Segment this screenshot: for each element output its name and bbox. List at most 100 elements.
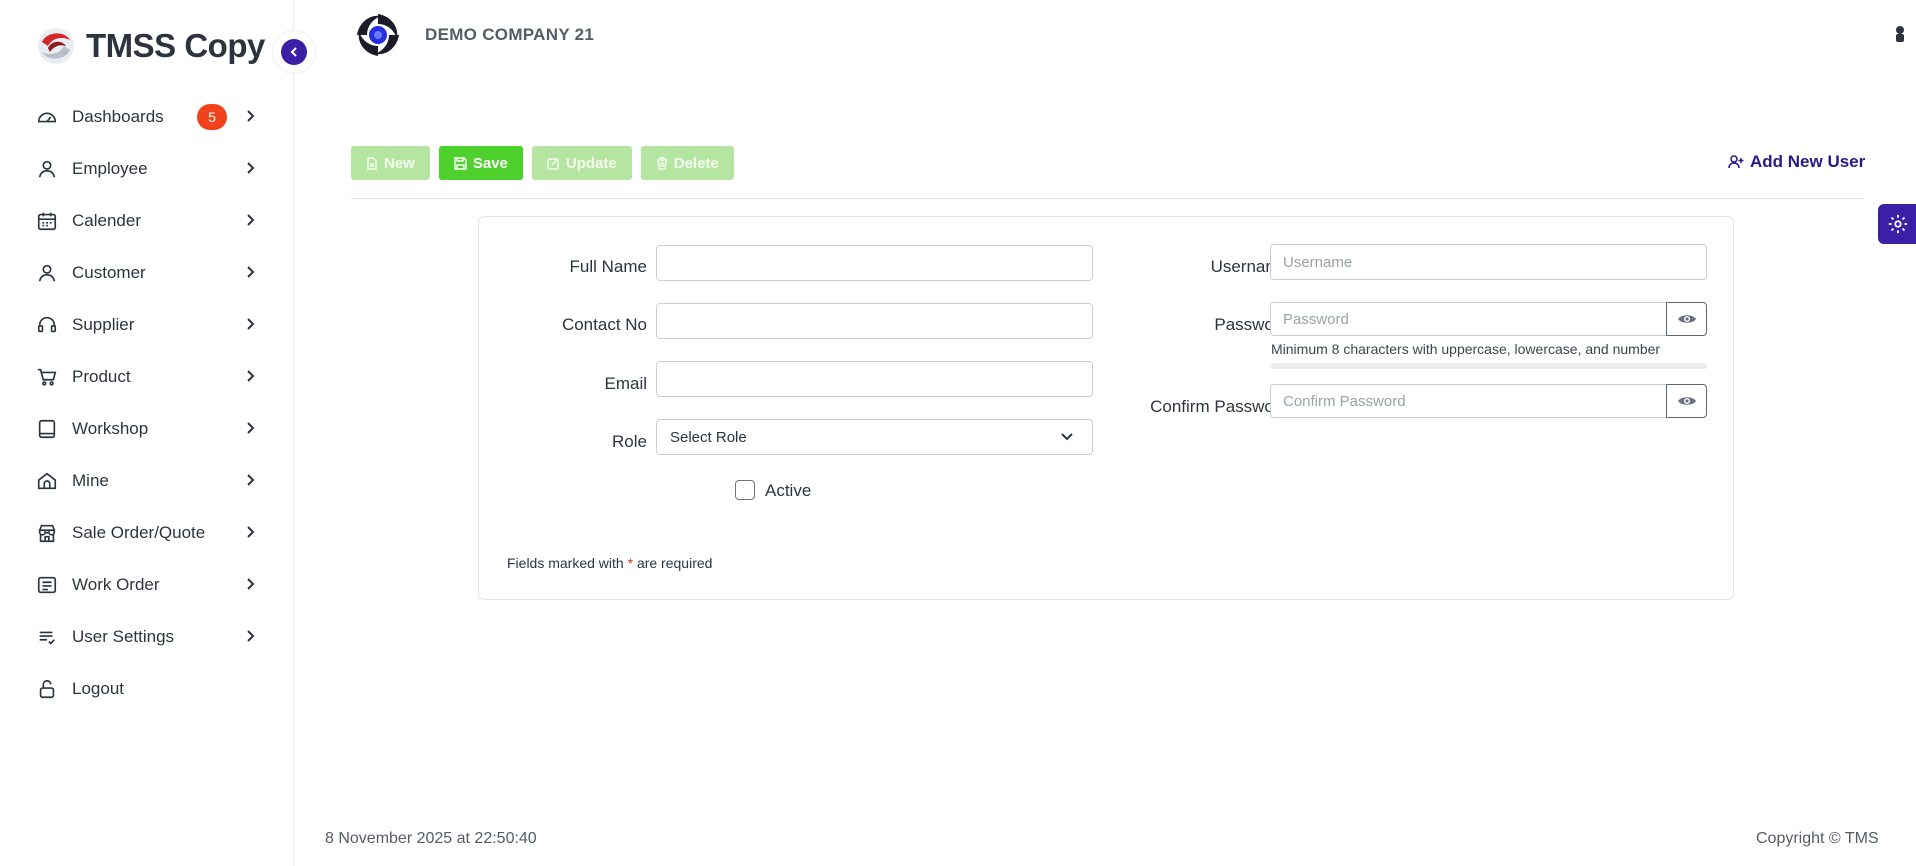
sidebar-item-label: Dashboards [72, 107, 164, 126]
sidebar-item-label: Logout [72, 679, 124, 698]
chevron-right-icon [247, 318, 255, 330]
password-hint: Minimum 8 characters with uppercase, low… [1271, 341, 1661, 357]
sidebar-item-product[interactable]: Product [0, 351, 294, 403]
sidebar-item-label: Calender [72, 211, 141, 230]
company-name: DEMO COMPANY 21 [425, 25, 595, 44]
eye-icon [1677, 315, 1696, 323]
delete-button[interactable]: Delete [640, 146, 734, 180]
chevron-right-icon [247, 474, 255, 486]
action-toolbar: New Save Update Delete [351, 146, 734, 180]
username-label: Username [1210, 257, 1289, 276]
chevron-down-icon [1061, 433, 1073, 441]
password-label: Password [1214, 315, 1289, 334]
confirm-password-label: Confirm Password [1150, 397, 1289, 416]
edit-icon [547, 157, 559, 170]
save-button-label: Save [472, 154, 508, 172]
user-form-card: Full Name Contact No Email Role Select R… [478, 216, 1734, 600]
book-icon [36, 418, 58, 440]
sidebar-item-employee[interactable]: Employee [0, 143, 294, 195]
toggle-password-visibility-button[interactable] [1666, 302, 1707, 336]
role-selected-value: Select Role [670, 428, 747, 446]
email-label: Email [604, 374, 647, 393]
chevron-right-icon [247, 526, 255, 538]
toggle-confirm-password-visibility-button[interactable] [1666, 384, 1707, 418]
save-icon [454, 156, 467, 170]
footer-copyright: Copyright © TMS [1756, 830, 1879, 847]
gear-icon [1888, 214, 1908, 234]
chevron-right-icon [247, 578, 255, 590]
list-check-icon [36, 626, 58, 648]
sidebar-nav: Dashboards 5 Employee Calender Customer [0, 91, 294, 715]
sidebar-collapse-button[interactable] [272, 30, 316, 74]
user-icon[interactable] [1894, 24, 1904, 44]
sidebar-item-dashboards[interactable]: Dashboards 5 [0, 91, 294, 143]
delete-button-label: Delete [673, 154, 719, 172]
notification-badge: 5 [197, 104, 227, 130]
full-name-input[interactable] [656, 245, 1093, 281]
username-input[interactable] [1270, 244, 1707, 280]
required-note-suffix: are required [636, 555, 713, 571]
update-button[interactable]: Update [531, 146, 632, 180]
add-new-user-link[interactable]: Add New User [1728, 152, 1865, 172]
chevron-right-icon [247, 214, 255, 226]
role-select[interactable]: Select Role [656, 419, 1093, 455]
brand-name: TMSS Copy [86, 27, 265, 64]
trash-icon [656, 156, 667, 170]
sidebar-item-calender[interactable]: Calender [0, 195, 294, 247]
sidebar-item-label: Product [72, 367, 131, 386]
new-button[interactable]: New [351, 146, 430, 180]
footer-timestamp: 8 November 2025 at 22:50:40 [325, 830, 537, 847]
contact-no-input[interactable] [656, 303, 1093, 339]
document-icon [36, 574, 58, 596]
confirm-password-input[interactable] [1270, 384, 1667, 418]
calendar-icon [36, 210, 58, 232]
chevron-right-icon [247, 110, 255, 122]
file-icon [367, 156, 377, 170]
sidebar-item-label: Supplier [72, 315, 135, 334]
sidebar-item-customer[interactable]: Customer [0, 247, 294, 299]
settings-button[interactable] [1878, 204, 1916, 244]
save-button[interactable]: Save [438, 146, 523, 180]
role-label: Role [612, 432, 647, 451]
sidebar-item-label: Work Order [72, 575, 160, 594]
email-input[interactable] [656, 361, 1093, 397]
sidebar-item-logout[interactable]: Logout [0, 663, 294, 715]
sidebar-item-label: Mine [72, 471, 109, 490]
update-button-label: Update [565, 154, 617, 172]
sidebar-item-label: Sale Order/Quote [72, 523, 206, 542]
full-name-label: Full Name [569, 257, 647, 276]
active-checkbox[interactable] [735, 480, 755, 500]
home-icon [36, 470, 58, 492]
contact-no-label: Contact No [561, 315, 647, 334]
chevron-right-icon [247, 422, 255, 434]
sidebar-item-workshop[interactable]: Workshop [0, 403, 294, 455]
chevron-left-icon [290, 47, 297, 57]
chevron-right-icon [247, 630, 255, 642]
sidebar-item-supplier[interactable]: Supplier [0, 299, 294, 351]
sidebar-item-work-order[interactable]: Work Order [0, 559, 294, 611]
person-icon [36, 262, 58, 284]
password-strength-bar [1271, 363, 1707, 369]
cart-icon [36, 366, 58, 388]
headset-icon [36, 314, 58, 336]
new-button-label: New [384, 154, 415, 172]
store-icon [36, 522, 58, 544]
brand[interactable]: TMSS Copy [36, 26, 265, 66]
add-new-user-label: Add New User [1750, 152, 1866, 171]
required-fields-note: Fields marked with * are required [507, 555, 712, 571]
chevron-right-icon [247, 370, 255, 382]
person-icon [36, 158, 58, 180]
eye-icon [1677, 397, 1696, 405]
sidebar-item-mine[interactable]: Mine [0, 455, 294, 507]
company-logo-icon [356, 13, 400, 57]
sidebar: TMSS Copy Dashboards 5 Employee Calender [0, 0, 294, 866]
user-plus-icon [1728, 155, 1744, 169]
required-note-prefix: Fields marked with [507, 555, 624, 571]
sidebar-item-sale-order[interactable]: Sale Order/Quote [0, 507, 294, 559]
sidebar-item-label: User Settings [72, 627, 175, 646]
password-input[interactable] [1270, 302, 1667, 336]
toolbar-divider [351, 198, 1863, 199]
brand-logo-icon [38, 28, 74, 64]
sidebar-item-user-settings[interactable]: User Settings [0, 611, 294, 663]
required-star: * [627, 555, 634, 571]
